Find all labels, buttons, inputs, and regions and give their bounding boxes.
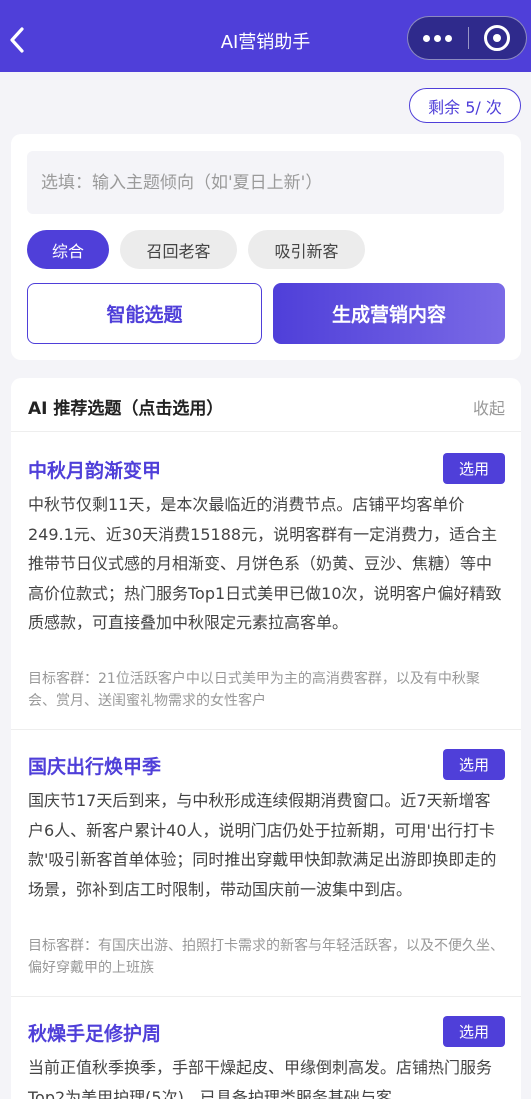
navbar: AI营销助手 [0, 0, 531, 72]
remaining-quota-badge: 剩余 5/ 次 [409, 88, 521, 123]
divider [11, 729, 521, 730]
pick-button[interactable]: 选用 [443, 749, 505, 780]
target-circle-icon[interactable] [468, 17, 526, 59]
topic-input[interactable] [27, 151, 504, 214]
topic-form-card: 综合 召回老客 吸引新客 智能选题 生成营销内容 [11, 134, 521, 360]
pick-button[interactable]: 选用 [443, 453, 505, 484]
divider [11, 431, 521, 432]
chip-recall-old-customers[interactable]: 召回老客 [120, 230, 237, 269]
topic-title: 秋燥手足修护周 [28, 1023, 162, 1045]
chip-comprehensive[interactable]: 综合 [27, 230, 109, 269]
topic-target-audience: 目标客群：21位活跃客户中以日式美甲为主的高消费客群，以及有中秋聚会、赏月、送闺… [28, 671, 480, 709]
mini-program-capsule [407, 16, 527, 60]
more-dots-icon[interactable] [408, 17, 468, 59]
collapse-link[interactable]: 收起 [473, 395, 505, 419]
generate-content-button[interactable]: 生成营销内容 [273, 283, 505, 344]
topic-description: 中秋节仅剩11天，是本次最临近的消费节点。店铺平均客单价249.1元、近30天消… [28, 495, 502, 632]
recommend-card: AI 推荐选题（点击选用） 收起 中秋月韵渐变甲 选用 中秋节仅剩11天，是本次… [11, 378, 521, 1099]
topic-title: 国庆出行焕甲季 [28, 756, 162, 778]
topic-title: 中秋月韵渐变甲 [28, 460, 162, 482]
topic-target-audience: 目标客群：有国庆出游、拍照打卡需求的新客与年轻活跃客，以及不便久坐、偏好穿戴甲的… [28, 938, 504, 976]
topic-description: 国庆节17天后到来，与中秋形成连续假期消费窗口。近7天新增客户6人、新客户累计4… [28, 791, 497, 899]
topic-description: 当前正值秋季换季，手部干燥起皮、甲缘倒刺高发。店铺热门服务Top2为美甲护理(5… [28, 1058, 493, 1099]
divider [11, 996, 521, 997]
section-title: AI 推荐选题（点击选用） [28, 399, 224, 419]
chip-attract-new-customers[interactable]: 吸引新客 [248, 230, 365, 269]
smart-topic-button[interactable]: 智能选题 [27, 283, 262, 344]
pick-button[interactable]: 选用 [443, 1016, 505, 1047]
